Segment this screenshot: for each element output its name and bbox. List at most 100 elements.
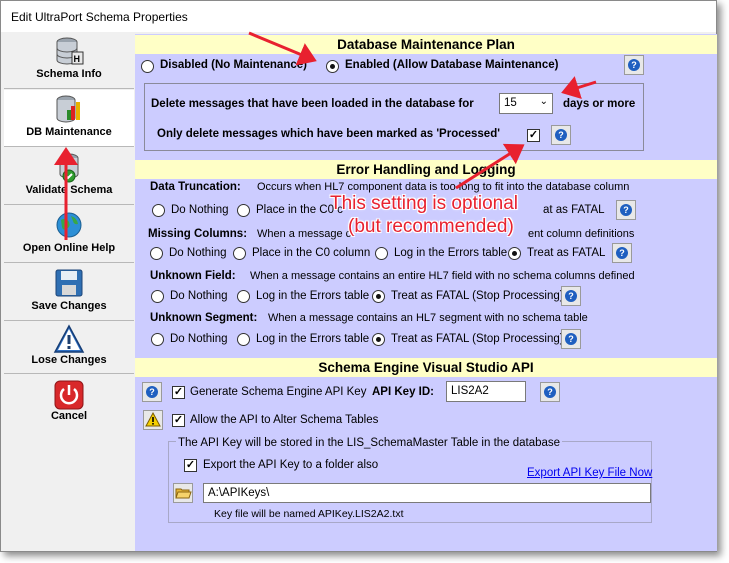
enabled-radio-label: Enabled (Allow Database Maintenance) [345, 59, 559, 71]
sidebar-item-label: Schema Info [36, 68, 102, 80]
missing-columns-desc-b: ent column definitions [528, 228, 635, 240]
api-help-button[interactable] [142, 382, 162, 402]
sidebar-item-label: Save Changes [31, 300, 107, 312]
truncation-do-nothing-radio[interactable] [152, 204, 165, 217]
unknown-field-desc: When a message contains an entire HL7 fi… [250, 270, 635, 282]
folder-icon [175, 488, 192, 499]
generate-key-label: Generate Schema Engine API Key [190, 386, 367, 398]
export-folder-input[interactable]: A:\APIKeys\ [203, 483, 651, 503]
sidebar-item-schema-info[interactable]: H Schema Info [4, 32, 134, 89]
annotation-text-line1: This setting is optional [330, 193, 518, 214]
export-key-label: Export the API Key to a folder also [203, 459, 379, 471]
segment-fatal-label: Treat as FATAL (Stop Processing) [391, 333, 564, 345]
unknown-segment-title: Unknown Segment: [150, 312, 258, 324]
missing-do-nothing-label: Do Nothing [169, 247, 227, 259]
truncation-c0-radio[interactable] [237, 204, 250, 217]
sidebar-item-label: Validate Schema [25, 184, 113, 196]
truncation-help-button[interactable] [616, 200, 636, 220]
data-truncation-desc: Occurs when HL7 component data is too lo… [257, 181, 630, 193]
window-title: Edit UltraPort Schema Properties [11, 10, 188, 24]
truncation-fatal-label: at as FATAL [543, 204, 605, 216]
days-value: 15 [504, 97, 517, 109]
section-header-maintenance: Database Maintenance Plan [135, 35, 717, 54]
validate-icon [59, 153, 79, 183]
power-icon [54, 380, 84, 410]
api-key-id-label: API Key ID: [372, 386, 434, 398]
api-key-id-help-button[interactable] [540, 382, 560, 402]
sidebar-item-db-maintenance[interactable]: DB Maintenance [4, 90, 134, 147]
maintenance-help-button[interactable] [624, 55, 644, 75]
floppy-disk-icon [55, 269, 83, 297]
key-file-note: Key file will be named APIKey.LIS2A2.txt [214, 508, 404, 520]
export-key-checkbox[interactable]: ✓ [184, 459, 197, 472]
globe-help-icon [56, 212, 82, 238]
segment-do-nothing-radio[interactable] [151, 333, 164, 346]
days-select[interactable]: 15 ⌄ [499, 93, 553, 114]
segment-log-label: Log in the Errors table [256, 333, 370, 345]
segment-log-radio[interactable] [237, 333, 250, 346]
export-key-file-now-link[interactable]: Export API Key File Now [527, 467, 652, 479]
field-fatal-radio[interactable] [372, 290, 385, 303]
field-fatal-label: Treat as FATAL (Stop Processing) [391, 290, 564, 302]
disabled-radio-label: Disabled (No Maintenance) [160, 59, 307, 71]
unknown-field-title: Unknown Field: [150, 270, 236, 282]
sidebar-item-open-online-help[interactable]: Open Online Help [4, 206, 134, 263]
svg-text:H: H [74, 54, 81, 64]
sidebar-item-label: Lose Changes [31, 354, 107, 366]
processed-help-button[interactable] [551, 125, 571, 145]
missing-help-button[interactable] [612, 243, 632, 263]
dialog-window: Edit UltraPort Schema Properties H Schem… [0, 0, 717, 552]
data-truncation-title: Data Truncation: [150, 181, 241, 193]
warning-icon [53, 324, 85, 353]
missing-c0-label: Place in the C0 column [252, 247, 371, 259]
delete-label: Delete messages that have been loaded in… [151, 98, 474, 110]
truncation-do-nothing-label: Do Nothing [171, 204, 229, 216]
sidebar: H Schema Info DB Maintenance Validate Sc… [4, 32, 134, 550]
sidebar-item-validate-schema[interactable]: Validate Schema [4, 148, 134, 205]
missing-do-nothing-radio[interactable] [150, 247, 163, 260]
missing-columns-title: Missing Columns: [148, 228, 248, 240]
days-suffix: days or more [563, 98, 636, 110]
missing-c0-radio[interactable] [233, 247, 246, 260]
annotation-text-line2: (but recommended) [348, 216, 514, 237]
missing-log-label: Log in the Errors table [394, 247, 508, 259]
export-folder-value: A:\APIKeys\ [208, 487, 270, 499]
generate-key-checkbox[interactable]: ✓ [172, 386, 185, 399]
browse-folder-button[interactable] [173, 483, 193, 503]
field-log-radio[interactable] [237, 290, 250, 303]
field-help-button[interactable] [561, 286, 581, 306]
sidebar-item-lose-changes[interactable]: Lose Changes [4, 322, 134, 374]
missing-columns-desc-a: When a message c [257, 228, 352, 240]
section-header-api: Schema Engine Visual Studio API [135, 358, 717, 377]
main-panel: Database Maintenance Plan Disabled (No M… [135, 34, 717, 551]
chevron-down-icon: ⌄ [539, 96, 548, 107]
missing-fatal-label: Treat as FATAL [527, 247, 606, 259]
field-do-nothing-radio[interactable] [151, 290, 164, 303]
warning-icon [145, 411, 161, 427]
disabled-radio[interactable] [141, 60, 154, 73]
sidebar-item-label: Open Online Help [22, 242, 116, 254]
segment-help-button[interactable] [561, 329, 581, 349]
api-key-id-value: LIS2A2 [451, 385, 489, 397]
sidebar-item-cancel[interactable]: Cancel [4, 374, 134, 432]
sidebar-item-save-changes[interactable]: Save Changes [4, 264, 134, 321]
title-bar: Edit UltraPort Schema Properties [1, 1, 716, 32]
sidebar-item-label: Cancel [50, 410, 88, 422]
database-tools-icon [56, 95, 80, 123]
missing-fatal-radio[interactable] [508, 247, 521, 260]
storage-note: The API Key will be stored in the LIS_Sc… [176, 437, 563, 449]
alter-tables-checkbox[interactable]: ✓ [172, 414, 185, 427]
sidebar-item-label: DB Maintenance [26, 126, 112, 138]
section-header-errors: Error Handling and Logging [135, 160, 717, 179]
api-key-id-input[interactable]: LIS2A2 [446, 381, 526, 402]
processed-label: Only delete messages which have been mar… [157, 128, 500, 140]
segment-fatal-radio[interactable] [372, 333, 385, 346]
database-icon: H [56, 37, 84, 65]
missing-log-radio[interactable] [375, 247, 388, 260]
field-do-nothing-label: Do Nothing [170, 290, 228, 302]
enabled-radio[interactable] [326, 60, 339, 73]
segment-do-nothing-label: Do Nothing [170, 333, 228, 345]
warning-button[interactable] [143, 410, 163, 430]
unknown-segment-desc: When a message contains an HL7 segment w… [268, 312, 588, 324]
processed-checkbox[interactable]: ✓ [527, 129, 540, 142]
